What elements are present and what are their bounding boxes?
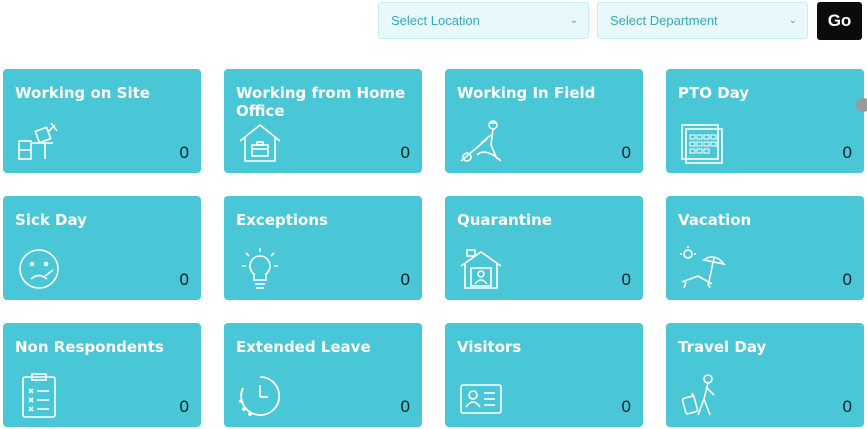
clock-icon xyxy=(236,373,284,419)
field-worker-icon xyxy=(457,119,505,165)
office-desk-icon xyxy=(15,119,63,165)
card-count: 0 xyxy=(842,143,852,162)
card-count: 0 xyxy=(621,143,631,162)
card-vacation[interactable]: Vacation 0 xyxy=(666,196,864,300)
card-title: Vacation xyxy=(678,211,752,229)
card-title: Sick Day xyxy=(15,211,87,229)
calendar-icon xyxy=(678,119,726,165)
scroll-indicator[interactable] xyxy=(856,98,867,112)
filter-bar: Select Location ⌄ Select Department ⌄ Go xyxy=(0,0,867,46)
card-title: Working on Site xyxy=(15,84,150,102)
card-title: Visitors xyxy=(457,338,522,356)
card-title: Travel Day xyxy=(678,338,767,356)
card-exceptions[interactable]: Exceptions 0 xyxy=(224,196,422,300)
location-select-value: Select Location xyxy=(391,13,480,28)
card-count: 0 xyxy=(400,270,410,289)
card-count: 0 xyxy=(179,270,189,289)
card-non-respondents[interactable]: Non Respondents 0 xyxy=(3,323,201,427)
card-title: Working In Field xyxy=(457,84,596,102)
card-working-on-site[interactable]: Working on Site 0 xyxy=(3,69,201,173)
card-count: 0 xyxy=(842,270,852,289)
card-count: 0 xyxy=(621,270,631,289)
card-working-from-home-office[interactable]: Working from Home Office 0 xyxy=(224,69,422,173)
card-sick-day[interactable]: Sick Day 0 xyxy=(3,196,201,300)
card-title: Non Respondents xyxy=(15,338,164,356)
card-title: Extended Leave xyxy=(236,338,371,356)
card-title: Working from Home Office xyxy=(236,84,406,120)
card-count: 0 xyxy=(842,397,852,416)
department-select-value: Select Department xyxy=(610,13,718,28)
home-office-icon xyxy=(236,119,284,165)
card-title: Exceptions xyxy=(236,211,328,229)
card-working-in-field[interactable]: Working In Field 0 xyxy=(445,69,643,173)
quarantine-house-icon xyxy=(457,246,505,292)
traveler-icon xyxy=(678,373,726,419)
go-button[interactable]: Go xyxy=(817,2,862,40)
lightbulb-icon xyxy=(236,246,284,292)
card-title: Quarantine xyxy=(457,211,552,229)
beach-icon xyxy=(678,246,727,292)
location-select[interactable]: Select Location ⌄ xyxy=(378,2,589,39)
sick-face-icon xyxy=(15,246,63,292)
card-count: 0 xyxy=(621,397,631,416)
checklist-icon xyxy=(15,373,63,419)
department-select[interactable]: Select Department ⌄ xyxy=(597,2,808,39)
visitor-badge-icon xyxy=(457,373,505,419)
chevron-down-icon: ⌄ xyxy=(569,15,578,26)
chevron-down-icon: ⌄ xyxy=(788,15,797,26)
card-count: 0 xyxy=(400,397,410,416)
card-count: 0 xyxy=(400,143,410,162)
card-count: 0 xyxy=(179,143,189,162)
card-extended-leave[interactable]: Extended Leave 0 xyxy=(224,323,422,427)
card-title: PTO Day xyxy=(678,84,750,102)
card-quarantine[interactable]: Quarantine 0 xyxy=(445,196,643,300)
card-pto-day[interactable]: PTO Day 0 xyxy=(666,69,864,173)
card-visitors[interactable]: Visitors 0 xyxy=(445,323,643,427)
card-count: 0 xyxy=(179,397,189,416)
card-travel-day[interactable]: Travel Day 0 xyxy=(666,323,864,427)
